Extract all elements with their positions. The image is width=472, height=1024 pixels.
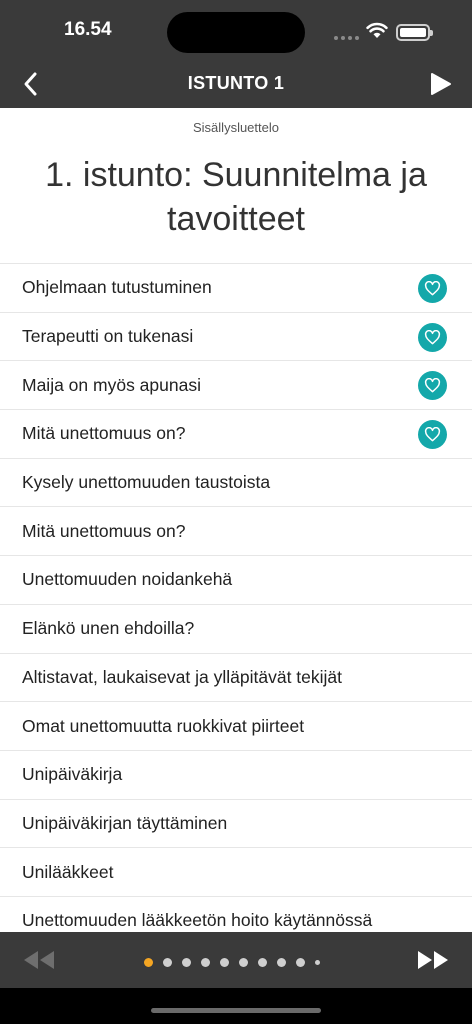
- page-dot[interactable]: [258, 958, 267, 967]
- page-dots: [144, 958, 320, 967]
- play-icon[interactable]: [428, 70, 454, 98]
- heart-icon: [418, 371, 447, 401]
- list-item-label: Elänkö unen ehdoilla?: [22, 618, 195, 639]
- page-dot[interactable]: [220, 958, 229, 967]
- list-item[interactable]: Mitä unettomuus on?: [0, 410, 472, 459]
- fast-forward-icon[interactable]: [416, 948, 450, 972]
- status-time: 16.54: [64, 19, 112, 40]
- list-item[interactable]: Unipäiväkirjan täyttäminen: [0, 800, 472, 849]
- nav-bar: ISTUNTO 1: [0, 60, 472, 108]
- list-item-label: Mitä unettomuus on?: [22, 520, 186, 541]
- list-item[interactable]: Kysely unettomuuden taustoista: [0, 459, 472, 508]
- content-area[interactable]: Sisällysluettelo 1. istunto: Suunnitelma…: [0, 108, 472, 932]
- list-item[interactable]: Mitä unettomuus on?: [0, 507, 472, 557]
- toc-list: Ohjelmaan tutustuminen Terapeutti on tuke…: [0, 263, 472, 932]
- list-item[interactable]: Unipäiväkirja: [0, 751, 472, 800]
- rewind-icon[interactable]: [22, 948, 56, 972]
- list-item-label: Unilääkkeet: [22, 861, 114, 882]
- heart-icon: [418, 322, 447, 352]
- page-dot[interactable]: [239, 958, 248, 967]
- list-item[interactable]: Unettomuuden noidankehä: [0, 556, 472, 605]
- list-item[interactable]: Elänkö unen ehdoilla?: [0, 605, 472, 654]
- list-item-label: Unipäiväkirjan täyttäminen: [22, 812, 228, 833]
- list-item-label: Kysely unettomuuden taustoista: [22, 472, 271, 493]
- dynamic-island: [167, 12, 305, 53]
- toc-label: Sisällysluettelo: [193, 120, 279, 135]
- battery-icon: [396, 24, 433, 41]
- list-item-label: Ohjelmaan tutustuminen: [22, 277, 212, 298]
- status-bar: 16.54: [0, 0, 472, 60]
- page-title: 1. istunto: Suunnitelma ja tavoitteet: [45, 156, 427, 238]
- nav-title: ISTUNTO 1: [187, 73, 285, 93]
- cellular-signal-icon: [334, 36, 359, 40]
- list-item[interactable]: Terapeutti on tukenasi: [0, 313, 472, 362]
- page-dot[interactable]: [296, 958, 305, 967]
- list-item-label: Unipäiväkirja: [22, 764, 123, 785]
- list-item[interactable]: Unettomuuden lääkkeetön hoito käytännöss…: [0, 897, 472, 932]
- list-item-label: Terapeutti on tukenasi: [22, 326, 194, 347]
- list-item-label: Maija on myös apunasi: [22, 374, 201, 395]
- list-item-label: Unettomuuden lääkkeetön hoito käytännöss…: [22, 910, 373, 931]
- page-dot[interactable]: [315, 960, 320, 965]
- page-dot[interactable]: [277, 958, 286, 967]
- list-item[interactable]: Unilääkkeet: [0, 848, 472, 897]
- heart-icon: [418, 420, 447, 450]
- list-item-label: Altistavat, laukaisevat ja ylläpitävät t…: [22, 666, 343, 687]
- page-dot[interactable]: [182, 958, 191, 967]
- list-item[interactable]: Maija on myös apunasi: [0, 361, 472, 411]
- page-dot[interactable]: [163, 958, 172, 967]
- home-area: [0, 988, 472, 1024]
- list-item-label: Unettomuuden noidankehä: [22, 569, 233, 590]
- page-dot[interactable]: [144, 958, 153, 967]
- bottom-bar: [0, 932, 472, 988]
- list-item[interactable]: Altistavat, laukaisevat ja ylläpitävät t…: [0, 654, 472, 703]
- wifi-icon: [366, 22, 388, 38]
- heart-icon: [418, 274, 447, 303]
- list-item[interactable]: Ohjelmaan tutustuminen: [0, 264, 472, 313]
- list-item-label: Mitä unettomuus on?: [22, 423, 186, 444]
- page-dot[interactable]: [201, 958, 210, 967]
- home-indicator[interactable]: [151, 1008, 321, 1013]
- list-item[interactable]: Omat unettomuutta ruokkivat piirteet: [0, 702, 472, 751]
- list-item-label: Omat unettomuutta ruokkivat piirteet: [22, 715, 305, 736]
